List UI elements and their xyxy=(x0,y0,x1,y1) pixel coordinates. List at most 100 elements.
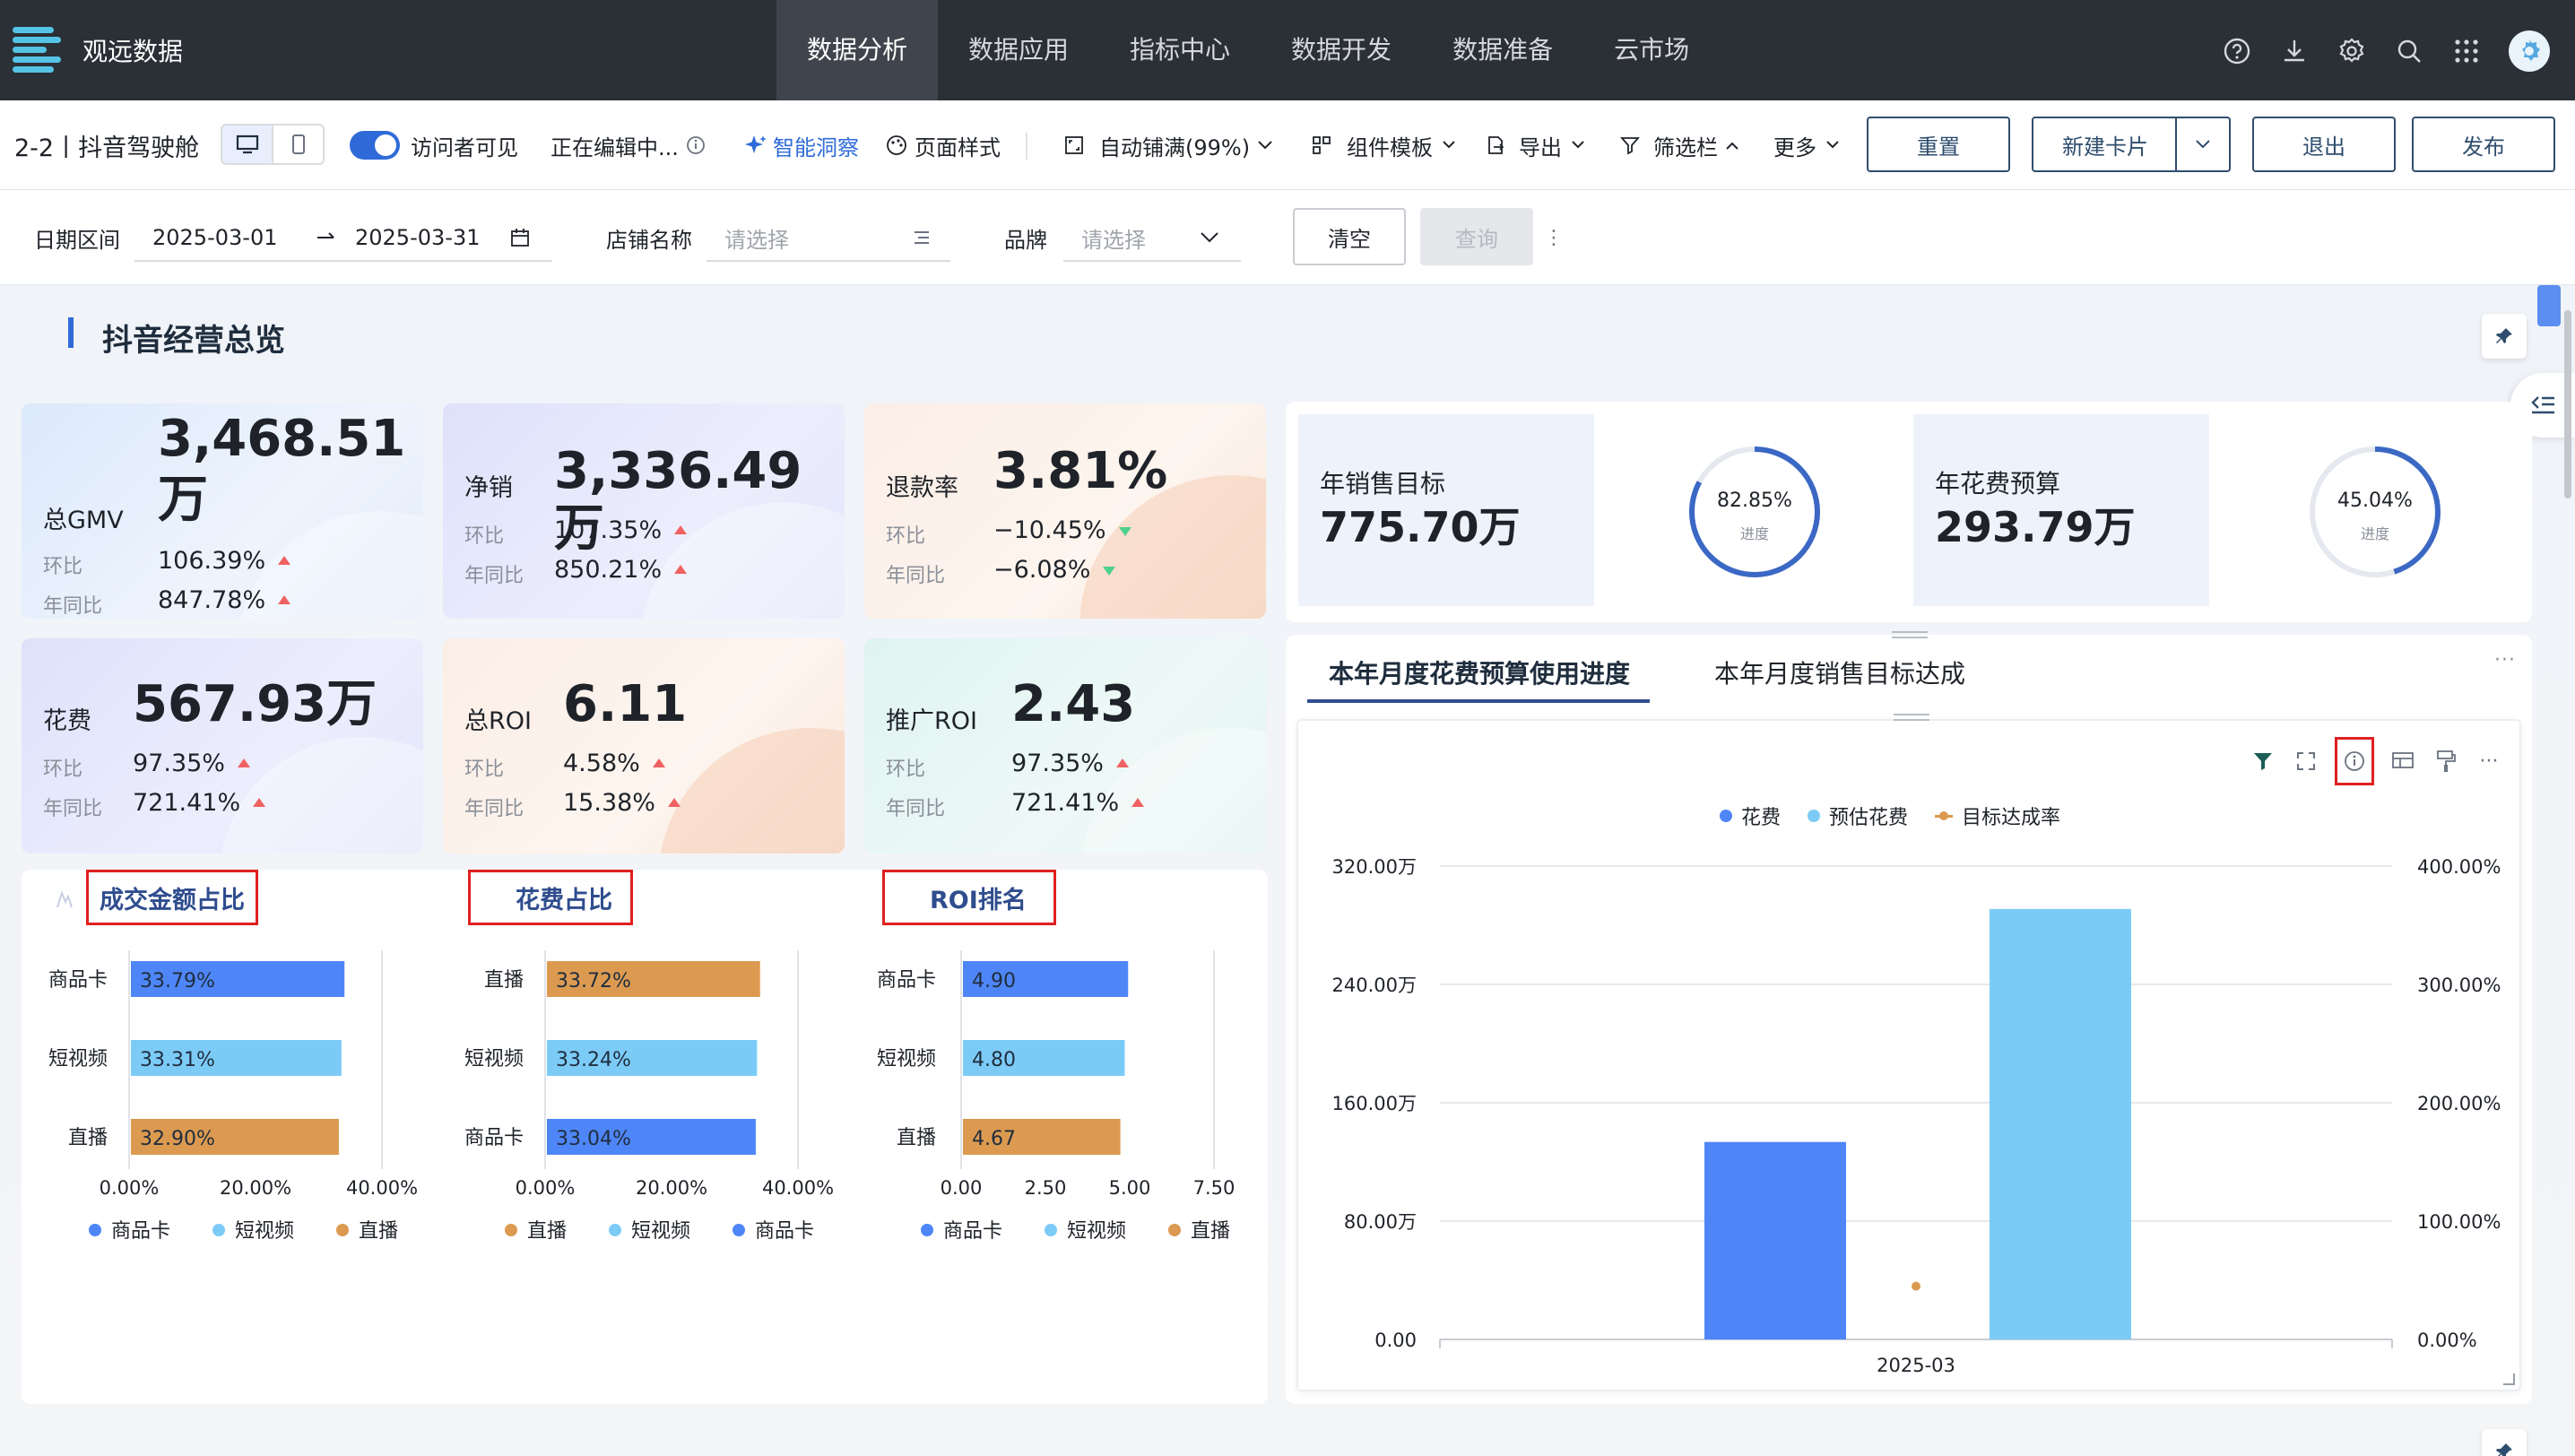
help-icon[interactable] xyxy=(2222,36,2252,66)
category-label: 短视频 xyxy=(48,1048,108,1070)
nav-item-marketplace[interactable]: 云市场 xyxy=(1583,0,1720,100)
mom-label: 环比 xyxy=(464,758,505,781)
kpi-card-total-roi[interactable]: 总ROI 6.11 环比 4.58% 年同比 15.38% xyxy=(443,638,845,854)
more-icon[interactable]: ··· xyxy=(2494,649,2516,672)
kpi-card-refund-rate[interactable]: 退款率 3.81% 环比 −10.45% 年同比 −6.08% xyxy=(864,403,1266,619)
collapse-panel-icon xyxy=(2531,396,2554,414)
kpi-card-net-sales[interactable]: 净销 3,336.49万 环比 107.35% 年同比 850.21% xyxy=(443,403,845,619)
x-tick-label: 0.00 xyxy=(941,1177,983,1199)
exit-button[interactable]: 退出 xyxy=(2252,117,2396,172)
kpi-value: 567.93万 xyxy=(133,675,377,733)
calendar-icon[interactable] xyxy=(509,190,531,285)
y-right-tick-label: 200.00% xyxy=(2417,1093,2501,1114)
kpi-card-spend[interactable]: 花费 567.93万 环比 97.35% 年同比 721.41% xyxy=(22,638,423,854)
shop-name-label: 店铺名称 xyxy=(606,227,692,253)
pin-icon-bottom[interactable] xyxy=(2482,1429,2527,1456)
filter-bar-toggle[interactable]: 筛选栏 xyxy=(1619,100,1739,190)
date-end-input[interactable]: 2025-03-31 xyxy=(355,190,480,285)
nav-item-metrics[interactable]: 指标中心 xyxy=(1099,0,1261,100)
yoy-value: −6.08% xyxy=(993,556,1116,584)
sales-progress-label: 进度 xyxy=(1739,525,1769,542)
toolbar-divider xyxy=(1026,133,1027,160)
info-icon xyxy=(686,136,705,154)
kpi-card-gmv[interactable]: 总GMV 3,468.51 万 环比 106.39% 年同比 847.78% xyxy=(22,403,423,619)
x-tick-label: 2025-03 xyxy=(1877,1355,1955,1376)
nav-item-development[interactable]: 数据开发 xyxy=(1261,0,1422,100)
vertical-scrollbar[interactable] xyxy=(2564,310,2571,498)
new-card-label: 新建卡片 xyxy=(2062,134,2148,160)
legend-swatch xyxy=(505,1224,517,1236)
chevron-down-icon[interactable] xyxy=(1200,190,1219,285)
chevron-down-icon xyxy=(1443,141,1455,149)
template-dropdown[interactable]: 组件模板 xyxy=(1311,100,1456,190)
chart-title-spend-share[interactable]: 花费占比 xyxy=(468,870,633,925)
avatar[interactable] xyxy=(2509,30,2550,72)
desktop-view-button[interactable] xyxy=(222,126,273,163)
clear-button[interactable]: 清空 xyxy=(1293,208,1406,265)
mobile-view-button[interactable] xyxy=(273,126,323,163)
filter-more-icon[interactable]: ⋮ xyxy=(1544,190,1564,285)
trend-up-icon xyxy=(1115,758,1129,767)
legend-swatch xyxy=(212,1224,225,1236)
nav-item-preparation[interactable]: 数据准备 xyxy=(1422,0,1583,100)
date-start-input[interactable]: 2025-03-01 xyxy=(152,190,277,285)
publish-button[interactable]: 发布 xyxy=(2412,117,2555,172)
x-tick-label: 0.00% xyxy=(516,1177,576,1199)
arrow-right-icon xyxy=(316,190,337,285)
mom-value: 106.39% xyxy=(158,547,291,575)
bar xyxy=(131,1119,339,1155)
chevron-down-icon xyxy=(2196,140,2210,149)
insight-button[interactable]: 智能洞察 xyxy=(744,100,859,190)
palette-icon xyxy=(887,135,906,155)
legend-label: 短视频 xyxy=(235,1220,294,1243)
bar-value-label: 4.90 xyxy=(972,970,1016,992)
nav-item-analysis[interactable]: 数据分析 xyxy=(776,0,939,100)
legend-swatch xyxy=(336,1224,349,1236)
trend-up-icon xyxy=(278,595,291,604)
chart-title-roi-rank[interactable]: ROI排名 xyxy=(882,870,1056,925)
page-style-button[interactable]: 页面样式 xyxy=(886,100,1001,190)
more-dropdown[interactable]: 更多 xyxy=(1773,100,1840,190)
mini-bar-charts: 商品卡 33.79% 短视频 33.31% 直播 32.90% 0.00% 20.00% 40.… xyxy=(48,950,1235,1243)
new-card-button[interactable]: 新建卡片 xyxy=(2032,117,2231,172)
sales-target-card[interactable]: 年销售目标 775.70万 xyxy=(1298,414,1594,606)
logo-icon[interactable] xyxy=(13,27,61,74)
kpi-label: 推广ROI xyxy=(886,707,977,735)
apps-grid-icon[interactable] xyxy=(2451,36,2482,66)
auto-fit-dropdown[interactable]: 自动铺满(99%) xyxy=(1063,100,1273,190)
brand-select[interactable]: 请选择 xyxy=(1081,190,1146,285)
tab-spend-budget[interactable]: 本年月度花费预算使用进度 xyxy=(1329,654,1630,690)
nav-item-application[interactable]: 数据应用 xyxy=(938,0,1099,100)
x-tick-label: 40.00% xyxy=(762,1177,834,1199)
gear-icon[interactable] xyxy=(2337,36,2367,66)
spend-budget-card[interactable]: 年花费预算 293.79万 xyxy=(1913,414,2209,606)
y-left-tick-label: 80.00万 xyxy=(1344,1211,1417,1233)
mom-label: 环比 xyxy=(886,758,926,781)
shop-name-select[interactable]: 请选择 xyxy=(724,190,789,285)
new-card-dropdown[interactable] xyxy=(2175,118,2229,170)
search-icon[interactable] xyxy=(2394,36,2424,66)
bar-estimated-spend xyxy=(1990,908,2131,1339)
chart-type-icon xyxy=(56,890,73,908)
query-button[interactable]: 查询 xyxy=(1420,208,1533,265)
reset-button[interactable]: 重置 xyxy=(1867,117,2010,172)
bar xyxy=(963,961,1129,997)
mom-label: 环比 xyxy=(43,758,83,781)
visitor-visible-toggle[interactable]: 访问者可见 xyxy=(350,100,518,190)
x-tick-label: 40.00% xyxy=(346,1177,418,1199)
chart-title-gmv-share[interactable]: 成交金额占比 xyxy=(86,870,258,925)
spend-progress-label: 进度 xyxy=(2360,525,2389,542)
kpi-card-promo-roi[interactable]: 推广ROI 2.43 环比 97.35% 年同比 721.41% xyxy=(864,638,1266,854)
trend-up-icon xyxy=(1131,798,1145,807)
page-name[interactable]: 2-2丨抖音驾驶舱 xyxy=(14,100,199,190)
combo-chart: 0.00 0.00% 80.00万 100.00% 160.00万 200.00% 240.… xyxy=(1332,856,2501,1376)
drag-handle[interactable] xyxy=(1892,631,1928,640)
y-right-tick-label: 400.00% xyxy=(2417,856,2501,878)
export-dropdown[interactable]: 导出 xyxy=(1485,100,1585,190)
top-nav-bar: 观远数据 数据分析 数据应用 指标中心 数据开发 数据准备 云市场 xyxy=(0,0,2575,100)
toggle-switch[interactable] xyxy=(350,131,400,160)
pin-icon[interactable] xyxy=(2482,314,2527,359)
download-icon[interactable] xyxy=(2279,36,2310,66)
list-select-icon[interactable] xyxy=(911,190,932,285)
tab-sales-target[interactable]: 本年月度销售目标达成 xyxy=(1714,654,1965,690)
